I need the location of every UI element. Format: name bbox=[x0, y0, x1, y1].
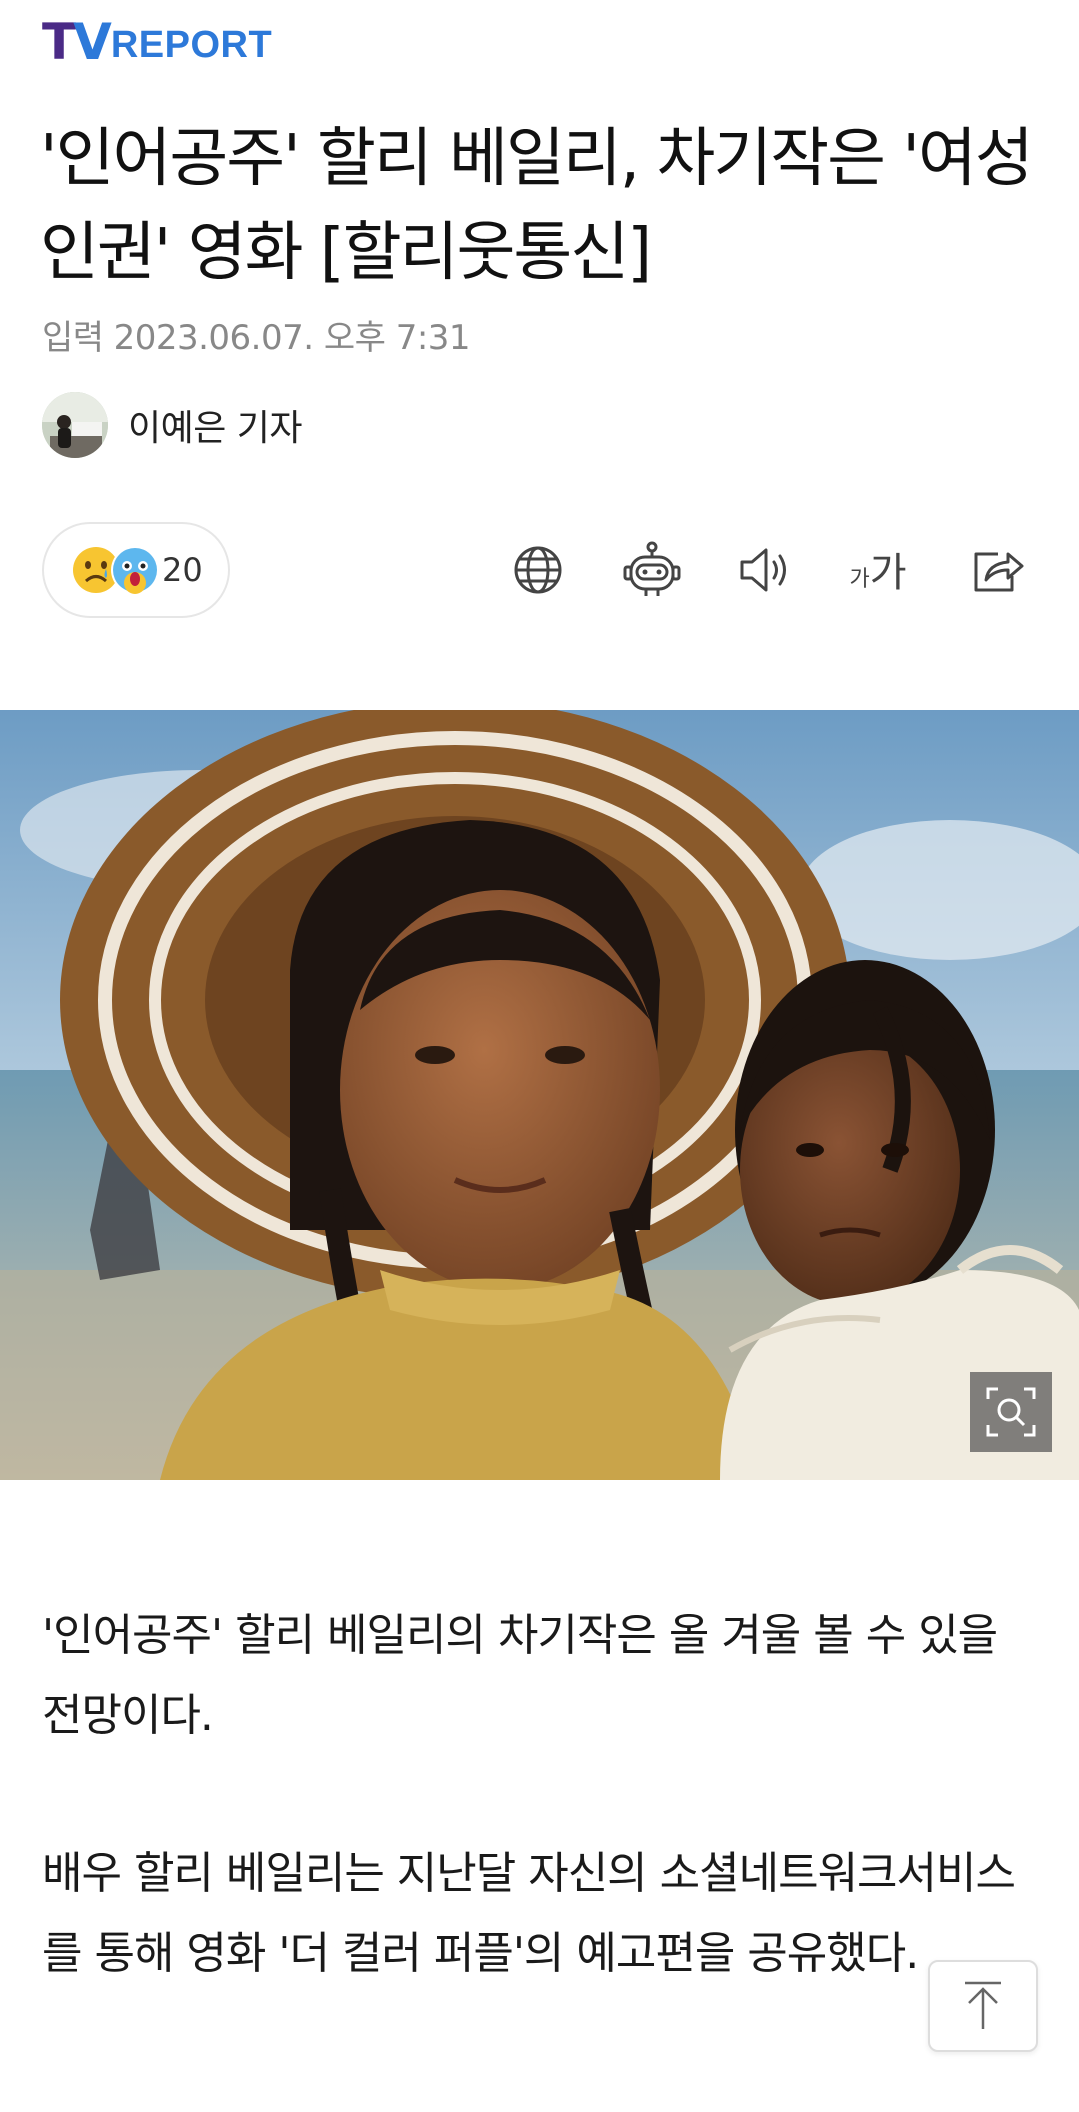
article-paragraph-2: 배우 할리 베일리는 지난달 자신의 소셜네트워크서비스를 통해 영화 '더 컬… bbox=[42, 1848, 1016, 1979]
text-to-speech-button[interactable] bbox=[734, 540, 794, 600]
speaker-icon bbox=[740, 548, 786, 592]
logo-tv-mark: TV bbox=[42, 12, 112, 72]
robot-summary-icon bbox=[623, 541, 681, 596]
reaction-emojis bbox=[72, 545, 168, 595]
arrow-up-icon bbox=[965, 1981, 1001, 2029]
translate-button[interactable] bbox=[508, 540, 568, 600]
share-icon bbox=[974, 552, 1024, 592]
date-label: 입력 bbox=[42, 318, 104, 358]
avatar[interactable] bbox=[42, 392, 108, 458]
publish-date: 입력 2023.06.07. 오후 7:31 bbox=[42, 310, 471, 359]
font-size-small-glyph: 가 bbox=[849, 567, 870, 592]
ai-summary-button[interactable] bbox=[622, 540, 682, 600]
globe-icon bbox=[514, 546, 562, 594]
image-zoom-button[interactable] bbox=[970, 1372, 1052, 1452]
surprised-face-icon bbox=[111, 546, 159, 594]
reaction-count: 20 bbox=[162, 551, 203, 589]
zoom-icon bbox=[986, 1387, 1036, 1437]
site-logo[interactable]: TV REPORT bbox=[42, 12, 272, 72]
article-photo[interactable] bbox=[0, 710, 1079, 1480]
scroll-to-top-button[interactable] bbox=[928, 1960, 1038, 2052]
article-paragraph-1: '인어공주' 할리 베일리의 차기작은 올 겨울 볼 수 있을 전망이다. bbox=[42, 1610, 998, 1741]
author-info[interactable]: 이예은 기자 bbox=[42, 392, 303, 458]
author-name[interactable]: 이예은 기자 bbox=[128, 399, 303, 451]
font-size-button[interactable]: 가가 bbox=[846, 540, 910, 600]
font-size-big-glyph: 가 bbox=[869, 550, 907, 596]
logo-letter-t: T bbox=[42, 13, 76, 71]
article-title: '인어공주' 할리 베일리, 차기작은 '여성 인권' 영화 [할리웃통신] bbox=[40, 122, 1034, 290]
date-value: 2023.06.07. 오후 7:31 bbox=[113, 318, 471, 358]
photo-illustration bbox=[0, 710, 1079, 1480]
share-button[interactable] bbox=[968, 540, 1028, 600]
logo-letter-v: V bbox=[73, 13, 112, 71]
reaction-button[interactable]: 20 bbox=[42, 522, 230, 618]
logo-report-text: REPORT bbox=[110, 24, 273, 66]
